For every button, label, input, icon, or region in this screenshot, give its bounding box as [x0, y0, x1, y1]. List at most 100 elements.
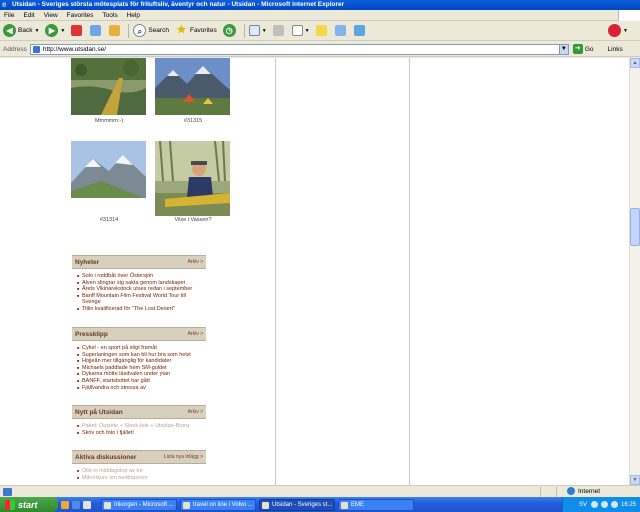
research-icon	[353, 25, 365, 36]
menu-favorites[interactable]: Favorites	[67, 12, 94, 19]
press-item[interactable]: BANFF, startsbottet har gått	[77, 378, 206, 385]
go-arrow-icon: ➜	[572, 44, 583, 54]
stop-button[interactable]	[71, 25, 84, 36]
discussions-section: Aktiva diskussioner Lista nya inlägg > O…	[72, 450, 206, 481]
chevron-down-icon[interactable]: ▼	[305, 28, 310, 34]
chevron-down-icon[interactable]: ▼	[623, 28, 628, 34]
chevron-down-icon[interactable]: ▼	[34, 28, 39, 34]
start-button[interactable]: start	[0, 497, 58, 512]
print-icon	[272, 25, 284, 36]
taskbar-task[interactable]: Inkorgen - Microsoft ...	[101, 498, 177, 511]
press-item[interactable]: Fjällvandra och stressa av	[77, 385, 206, 392]
back-button[interactable]: ◀ Back ▼	[3, 24, 39, 37]
discuss-button[interactable]	[315, 25, 329, 36]
address-label: Address	[3, 45, 27, 53]
photo-thumbnail[interactable]	[71, 58, 146, 115]
standard-toolbar: ◀ Back ▼ ▶ ▼ ⌕ Search ★ Favorites ◷ ▼ ▼	[0, 21, 640, 41]
search-label: Search	[148, 27, 169, 34]
news-item[interactable]: Banff Mountain Film Festival World Tour …	[77, 293, 206, 306]
address-input[interactable]: http://www.utsidan.se/	[29, 43, 560, 55]
news-section: Nyheter Arkiv > Solo i roddbåt över Öste…	[72, 255, 206, 313]
scroll-thumb[interactable]	[630, 208, 640, 246]
scroll-up-icon[interactable]: ▲	[630, 58, 640, 68]
language-indicator[interactable]: SV	[579, 502, 587, 508]
taskbar-task-active[interactable]: Utsidan - Sveriges st...	[259, 498, 335, 511]
tray-icon[interactable]	[610, 501, 618, 508]
edit-button[interactable]: ▼	[291, 25, 310, 36]
forward-button[interactable]: ▶ ▼	[45, 24, 65, 37]
discussions-list-link[interactable]: Lista nya inlägg >	[164, 454, 203, 460]
home-button[interactable]	[109, 25, 122, 36]
windows-flag-icon	[5, 499, 15, 510]
menu-edit[interactable]: Edit	[23, 12, 34, 19]
quicklaunch-outlook-icon[interactable]	[61, 500, 69, 509]
press-list: Cykel - en sport på stigt framåt Superla…	[72, 341, 206, 391]
photo-caption[interactable]: Mmmmm:-)	[71, 118, 147, 124]
mail-button[interactable]: ▼	[248, 25, 267, 36]
discuss-icon	[315, 25, 327, 36]
photo-caption[interactable]: #31315	[155, 118, 231, 124]
news-item[interactable]: Solo i roddbåt över Östersjön	[77, 273, 206, 280]
refresh-button[interactable]	[90, 25, 103, 36]
taskbar-task[interactable]: travel on line i Volvo ...	[180, 498, 256, 511]
status-divider	[556, 487, 557, 497]
news-item[interactable]: Titlin kvalificerad för "The Lost Desert…	[77, 306, 206, 313]
press-item[interactable]: Dykarna mötte läsdvalen under ytan	[77, 371, 206, 378]
vertical-scrollbar[interactable]: ▲ ▼	[629, 58, 640, 485]
tray-icon[interactable]	[600, 501, 608, 508]
address-url: http://www.utsidan.se/	[42, 45, 107, 53]
page-icon	[32, 45, 40, 53]
new-on-site-item[interactable]: Paket: Outside + Sleek-bok + Utsidan-Bro…	[77, 423, 206, 430]
page-status-icon	[3, 487, 12, 496]
news-item[interactable]: Årets Vikinarekstock utses redan i septe…	[77, 286, 206, 293]
new-on-site-archive-link[interactable]: Arkiv >	[188, 409, 203, 415]
press-archive-link[interactable]: Arkiv >	[188, 331, 203, 337]
search-button[interactable]: ⌕ Search	[133, 24, 169, 37]
chevron-down-icon[interactable]: ▼	[60, 28, 65, 34]
scroll-down-icon[interactable]: ▼	[630, 475, 640, 485]
press-item[interactable]: Michaels paddlade hem SM-guldet	[77, 365, 206, 372]
photo-caption[interactable]: Vilse i Vassen?	[155, 217, 231, 223]
new-on-site-header: Nytt på Utsidan Arkiv >	[72, 405, 206, 419]
go-button[interactable]: ➜ Go	[572, 44, 594, 54]
taskbar: start Inkorgen - Microsoft ... travel on…	[0, 497, 640, 512]
photo-caption[interactable]: #31314	[71, 217, 147, 223]
back-arrow-icon: ◀	[3, 24, 16, 37]
window-title: Utsidan - Sveriges största mötesplats fö…	[12, 1, 345, 8]
quicklaunch-desktop-icon[interactable]	[83, 500, 91, 509]
tray-icon[interactable]	[590, 501, 598, 508]
chevron-down-icon[interactable]: ▼	[262, 28, 267, 34]
menu-file[interactable]: File	[4, 12, 14, 19]
links-toolbar[interactable]: Links	[608, 46, 623, 53]
menu-view[interactable]: View	[44, 12, 58, 19]
menu-help[interactable]: Help	[127, 12, 140, 19]
print-button[interactable]	[272, 25, 286, 36]
photo-thumbnail[interactable]	[71, 141, 146, 198]
history-icon: ◷	[222, 24, 236, 37]
messenger-button[interactable]	[334, 25, 348, 36]
edit-icon	[291, 25, 303, 36]
press-section: Pressklipp Arkiv > Cykel - en sport på s…	[72, 327, 206, 391]
windows-logo-icon	[618, 10, 640, 21]
refresh-icon	[90, 25, 102, 36]
security-zone: Internet	[567, 487, 600, 495]
research-button[interactable]	[353, 25, 367, 36]
start-label: start	[18, 499, 38, 510]
press-item[interactable]: Cykel - en sport på stigt framåt	[77, 345, 206, 352]
menu-tools[interactable]: Tools	[102, 12, 117, 19]
press-item[interactable]: Hojjeån mer tillgänglig för kandidater	[77, 358, 206, 365]
address-dropdown[interactable]: ▼	[558, 43, 569, 55]
taskbar-task[interactable]: EME	[338, 498, 414, 511]
discussion-item[interactable]: Olle in middagstop av tre	[77, 468, 206, 475]
quicklaunch-ie-icon[interactable]	[72, 500, 80, 509]
photo-thumbnail[interactable]	[155, 141, 230, 216]
favorites-button[interactable]: ★ Favorites	[175, 24, 217, 37]
discussions-list: Olle in middagstop av tre Mikrorkurs om …	[72, 464, 206, 481]
news-archive-link[interactable]: Arkiv >	[188, 259, 203, 265]
extra-toolbar-button[interactable]: ▼	[608, 24, 628, 37]
status-bar: Internet	[0, 485, 640, 497]
new-on-site-item[interactable]: Skriv och foto i fjället!	[77, 430, 206, 437]
photo-thumbnail[interactable]	[155, 58, 230, 115]
discussion-item[interactable]: Mikrorkurs om nedbrunnen	[77, 475, 206, 482]
history-button[interactable]: ◷	[222, 24, 238, 37]
